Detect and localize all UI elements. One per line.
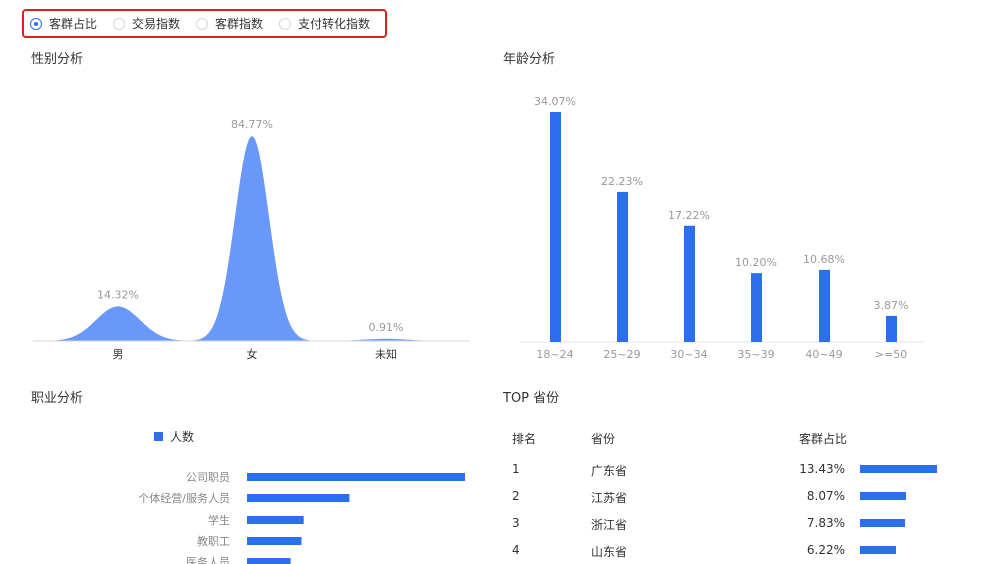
share-bar bbox=[860, 519, 905, 527]
share-cell: 6.22% bbox=[806, 543, 845, 557]
province-cell: 山东省 bbox=[591, 545, 628, 559]
age-data-label: 17.22% bbox=[668, 209, 710, 222]
rank-cell: 3 bbox=[512, 516, 520, 530]
age-tick-label: 25~29 bbox=[603, 348, 640, 361]
share-bar bbox=[860, 546, 896, 554]
occupation-tick-label: 公司职员 bbox=[186, 471, 230, 484]
occupation-tick-label: 医务人员 bbox=[186, 556, 230, 564]
col-header-province: 省份 bbox=[591, 432, 616, 446]
occupation-bar bbox=[247, 558, 291, 564]
age-tick-label: 40~49 bbox=[805, 348, 842, 361]
age-data-label: 22.23% bbox=[601, 175, 643, 188]
age-bar bbox=[550, 112, 561, 342]
age-data-label: 3.87% bbox=[874, 299, 909, 312]
age-data-label: 10.20% bbox=[735, 256, 777, 269]
share-cell: 8.07% bbox=[806, 489, 845, 503]
col-header-rank: 排名 bbox=[512, 432, 537, 446]
occupation-chart: 公司职员个体经营/服务人员学生教职工医务人员 bbox=[138, 471, 465, 564]
age-bar bbox=[684, 225, 695, 342]
age-bar bbox=[751, 273, 762, 342]
rank-cell: 2 bbox=[512, 489, 520, 503]
age-tick-label: 30~34 bbox=[670, 348, 707, 361]
province-cell: 江苏省 bbox=[591, 491, 628, 505]
occupation-bar bbox=[247, 494, 350, 502]
share-cell: 13.43% bbox=[799, 462, 845, 476]
occupation-bar bbox=[247, 516, 304, 524]
province-cell: 浙江省 bbox=[591, 518, 628, 532]
age-tick-label: >=50 bbox=[875, 348, 907, 361]
share-cell: 7.83% bbox=[806, 516, 845, 530]
share-bar bbox=[860, 492, 907, 500]
share-bar bbox=[860, 465, 937, 473]
age-data-label: 10.68% bbox=[803, 253, 845, 266]
occupation-bar bbox=[247, 473, 465, 481]
occupation-bar bbox=[247, 537, 302, 545]
rank-cell: 1 bbox=[512, 462, 520, 476]
age-bar bbox=[886, 315, 897, 342]
province-cell: 广东省 bbox=[591, 464, 628, 478]
occupation-tick-label: 个体经营/服务人员 bbox=[138, 491, 230, 505]
age-tick-label: 35~39 bbox=[737, 348, 774, 361]
occupation-tick-label: 学生 bbox=[208, 513, 230, 527]
age-bar bbox=[617, 191, 628, 342]
col-header-share: 客群占比 bbox=[799, 432, 848, 446]
rank-cell: 4 bbox=[512, 543, 520, 557]
occupation-tick-label: 教职工 bbox=[197, 535, 230, 548]
province-section-title: TOP 省份 bbox=[503, 391, 560, 406]
age-tick-label: 18~24 bbox=[536, 348, 573, 361]
age-bar bbox=[819, 269, 830, 342]
age-data-label: 34.07% bbox=[534, 95, 576, 108]
